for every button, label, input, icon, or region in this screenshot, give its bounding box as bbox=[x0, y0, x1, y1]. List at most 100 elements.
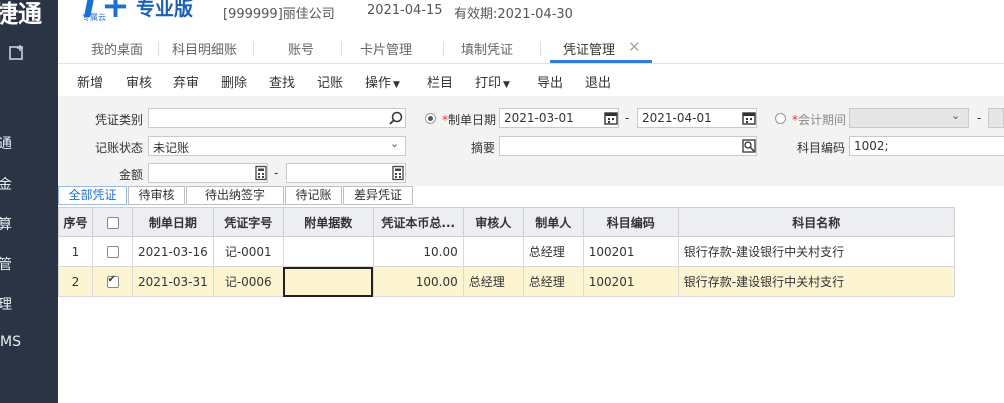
row-checkbox[interactable] bbox=[106, 246, 119, 258]
column-header-attachments[interactable]: 附单据数 bbox=[282, 207, 374, 237]
cell-amount[interactable]: 100.00 bbox=[372, 266, 464, 297]
export-button[interactable]: 导出 bbox=[537, 72, 563, 91]
nav-item-1[interactable]: 通 bbox=[0, 133, 12, 153]
cell-voucher-no[interactable]: 记-0006 bbox=[212, 266, 284, 297]
find-button[interactable]: 查找 bbox=[269, 72, 295, 91]
date-label: *制单日期 bbox=[442, 111, 496, 128]
date-from-input[interactable]: 2021-03-01 bbox=[499, 108, 619, 128]
account-code-input[interactable]: 1002; bbox=[849, 136, 1004, 156]
post-status-label: 记账状态 bbox=[95, 141, 144, 155]
nav-collapse-icon[interactable] bbox=[8, 43, 28, 63]
column-header-amount[interactable]: 凭证本币总... bbox=[372, 207, 464, 237]
table-row[interactable]: 1 2021-03-16 记-0001 10.00 总经理 100201 银行存… bbox=[58, 236, 955, 267]
chevron-down-icon: ⌄ bbox=[951, 109, 961, 122]
voucher-type-label: 凭证类别 bbox=[95, 113, 144, 127]
nav-item-2[interactable]: 金 bbox=[0, 174, 12, 194]
period-label-text: 会计期间 bbox=[798, 113, 847, 127]
column-header-maker[interactable]: 制单人 bbox=[522, 207, 584, 237]
tab-account-no[interactable]: 账号 bbox=[288, 39, 314, 58]
nav-item-3[interactable]: 算 bbox=[0, 214, 12, 234]
search-icon[interactable] bbox=[741, 138, 757, 154]
post-status-select[interactable]: 未记账 bbox=[148, 136, 406, 156]
audit-button[interactable]: 审核 bbox=[126, 72, 152, 91]
active-tab-indicator bbox=[550, 60, 652, 63]
calendar-icon[interactable] bbox=[603, 110, 619, 126]
columns-button[interactable]: 栏目 bbox=[427, 72, 453, 91]
left-nav: 通 金 算 管 理 MS bbox=[0, 30, 58, 403]
subtab-all-vouchers[interactable]: 全部凭证 bbox=[58, 186, 127, 205]
subtab-pending-audit[interactable]: 待审核 bbox=[128, 186, 185, 205]
column-header-seq: 序号 bbox=[58, 207, 93, 237]
column-header-auditor[interactable]: 审核人 bbox=[462, 207, 524, 237]
cell-auditor[interactable] bbox=[462, 236, 524, 267]
tab-desktop[interactable]: 我的桌面 bbox=[91, 39, 143, 58]
tab-account-detail[interactable]: 科目明细账 bbox=[172, 39, 237, 58]
select-all-checkbox[interactable] bbox=[106, 216, 119, 229]
column-header-voucher-no[interactable]: 凭证字号 bbox=[212, 207, 284, 237]
brand-sub: 专属云 bbox=[82, 13, 106, 22]
validity-date: 有效期:2021-04-30 bbox=[454, 7, 573, 22]
chevron-down-icon: ▼ bbox=[393, 80, 400, 90]
cell-date[interactable]: 2021-03-16 bbox=[132, 236, 214, 267]
cell-attachments[interactable] bbox=[282, 266, 374, 297]
tab-fill-voucher[interactable]: 填制凭证 bbox=[461, 39, 513, 58]
unaudit-button[interactable]: 弃审 bbox=[173, 72, 199, 91]
summary-label: 摘要 bbox=[471, 141, 496, 155]
tab-card-management[interactable]: 卡片管理 bbox=[360, 39, 412, 58]
nav-item-6[interactable]: MS bbox=[0, 334, 21, 350]
calendar-icon[interactable] bbox=[741, 110, 757, 126]
tab-separator bbox=[341, 42, 342, 56]
voucher-type-input[interactable] bbox=[148, 108, 406, 128]
subtab-pending-cashier[interactable]: 待出纳签字 bbox=[186, 186, 284, 205]
period-to-select[interactable] bbox=[988, 108, 1004, 128]
chevron-down-icon: ▼ bbox=[503, 80, 510, 90]
cell-voucher-no[interactable]: 记-0001 bbox=[212, 236, 284, 267]
app-logo: 捷通 bbox=[0, 0, 58, 30]
cell-auditor[interactable]: 总经理 bbox=[462, 266, 524, 297]
summary-input[interactable] bbox=[499, 136, 757, 156]
print-dropdown[interactable]: 打印 ▼ bbox=[475, 72, 510, 91]
range-dash: - bbox=[274, 166, 279, 180]
subtab-diff-vouchers[interactable]: 差异凭证 bbox=[343, 186, 413, 205]
search-icon[interactable] bbox=[388, 110, 404, 126]
date-radio[interactable] bbox=[425, 113, 436, 124]
cell-account-name[interactable]: 银行存款-建设银行中关村支行 bbox=[677, 266, 955, 297]
subtab-pending-post[interactable]: 待记账 bbox=[285, 186, 342, 205]
cell-maker[interactable]: 总经理 bbox=[522, 236, 584, 267]
add-button[interactable]: 新增 bbox=[77, 72, 103, 91]
close-icon[interactable]: ✕ bbox=[628, 38, 641, 56]
column-header-account-code[interactable]: 科目编码 bbox=[582, 207, 679, 237]
amount-to-input[interactable] bbox=[286, 163, 406, 183]
row-checkbox[interactable] bbox=[106, 274, 119, 288]
company-name: [999999]丽佳公司 bbox=[223, 7, 335, 22]
nav-item-4[interactable]: 管 bbox=[0, 254, 12, 274]
period-radio[interactable] bbox=[775, 113, 786, 124]
amount-from-input[interactable] bbox=[148, 163, 268, 183]
voucher-table: 序号 制单日期 凭证字号 附单据数 凭证本币总... 审核人 制单人 科目编码 … bbox=[58, 207, 955, 297]
table-row[interactable]: 2 2021-03-31 记-0006 100.00 总经理 总经理 10020… bbox=[58, 266, 955, 297]
tab-separator bbox=[253, 42, 254, 56]
logo-text: 捷通 bbox=[0, 0, 42, 28]
operate-dropdown[interactable]: 操作 ▼ bbox=[365, 72, 400, 91]
tab-voucher-management[interactable]: 凭证管理 bbox=[563, 39, 615, 58]
nav-item-5[interactable]: 理 bbox=[0, 294, 12, 314]
cell-account-code[interactable]: 100201 bbox=[582, 266, 679, 297]
column-header-account-name[interactable]: 科目名称 bbox=[677, 207, 955, 237]
cell-maker[interactable]: 总经理 bbox=[522, 266, 584, 297]
cell-amount[interactable]: 10.00 bbox=[372, 236, 464, 267]
chevron-down-icon: ⌄ bbox=[390, 137, 400, 150]
cell-select bbox=[92, 236, 133, 267]
print-label: 打印 bbox=[475, 76, 502, 91]
exit-button[interactable]: 退出 bbox=[585, 72, 611, 91]
cell-date[interactable]: 2021-03-31 bbox=[132, 266, 214, 297]
delete-button[interactable]: 删除 bbox=[221, 72, 247, 91]
cell-account-code[interactable]: 100201 bbox=[582, 236, 679, 267]
column-header-date[interactable]: 制单日期 bbox=[132, 207, 214, 237]
date-to-input[interactable]: 2021-04-01 bbox=[637, 108, 757, 128]
calculator-icon[interactable] bbox=[253, 165, 269, 181]
calculator-icon[interactable] bbox=[390, 165, 406, 181]
post-button[interactable]: 记账 bbox=[317, 72, 343, 91]
cell-account-name[interactable]: 银行存款-建设银行中关村支行 bbox=[677, 236, 955, 267]
cell-attachments[interactable] bbox=[282, 236, 374, 267]
account-code-label: 科目编码 bbox=[797, 141, 846, 155]
